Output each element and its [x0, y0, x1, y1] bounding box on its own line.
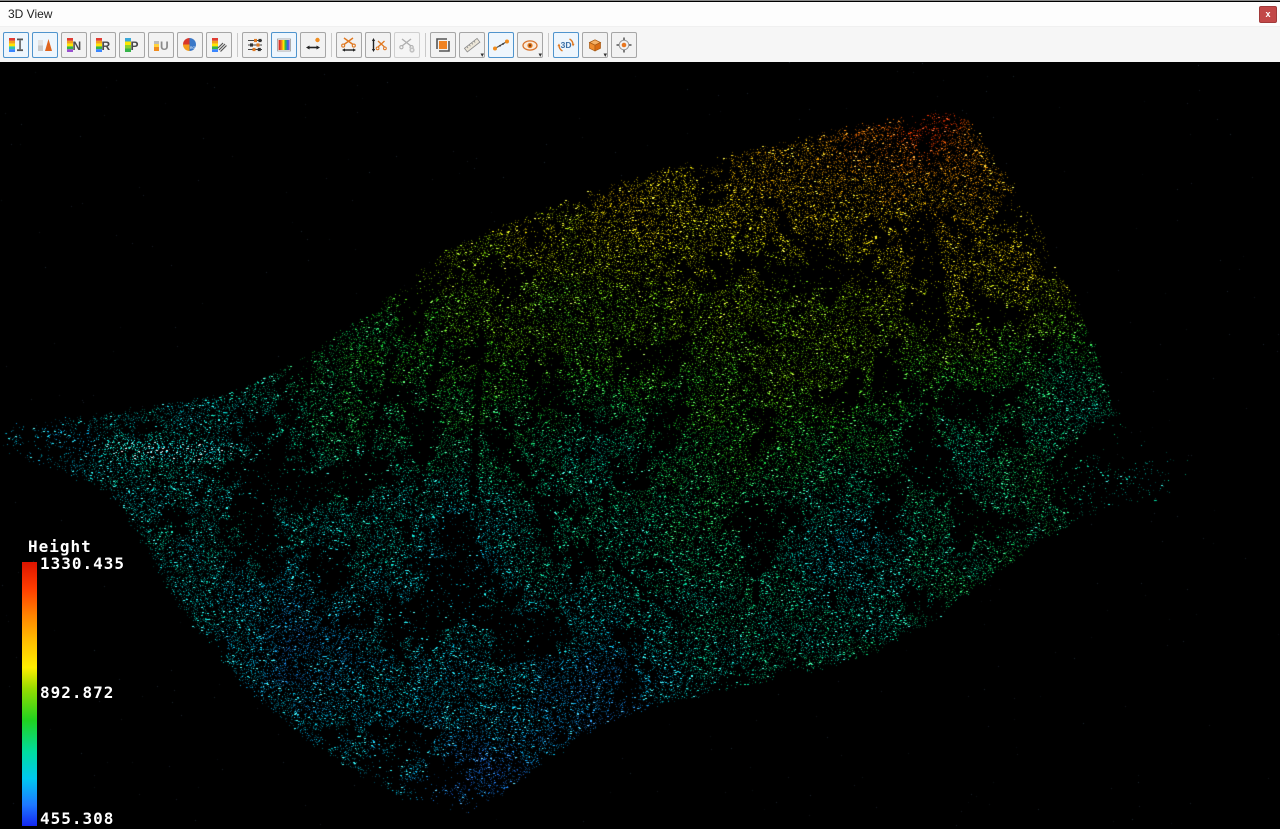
toolbar-button-measure-span[interactable] [300, 32, 326, 58]
toolbar-separator [331, 33, 332, 57]
dropdown-arrow-icon[interactable]: ▾ [480, 52, 484, 59]
legend-min-value: 455.308 [40, 809, 114, 828]
legend-max-value: 1330.435 [40, 554, 125, 573]
viewport-3d[interactable]: Height 1330.435 892.872 455.308 [0, 62, 1280, 829]
toolbar-button-viewpoint[interactable]: ▾ [517, 32, 543, 58]
sliders-icon [246, 36, 264, 54]
cube-icon [586, 36, 604, 54]
toolbar-button-show-colorbar[interactable] [271, 32, 297, 58]
toolbar-separator [237, 33, 238, 57]
point-cloud-canvas[interactable] [0, 62, 1280, 829]
close-icon: x [1265, 10, 1270, 19]
blend-icon [210, 36, 228, 54]
svg-text:P: P [131, 39, 139, 53]
toolbar-button-display-by-height[interactable] [3, 32, 29, 58]
intensity-icon [36, 36, 54, 54]
rotate-3d-icon: 3D [557, 36, 575, 54]
3d-view-window: 3D View x N R P U RGB ▾ ▾ 3D ▾ Height 1330.435 8… [0, 0, 1280, 829]
toolbar-button-center-view[interactable] [611, 32, 637, 58]
center-icon [615, 36, 633, 54]
toolbar-separator [548, 33, 549, 57]
arrow-dot-icon [304, 36, 322, 54]
dropdown-arrow-icon[interactable]: ▾ [603, 52, 607, 59]
letter-n-icon: N [65, 36, 83, 54]
toolbar-button-display-settings[interactable] [242, 32, 268, 58]
height-icon [7, 36, 25, 54]
toolbar-button-cross-section-horizontal[interactable] [336, 32, 362, 58]
toolbar-button-clip-box[interactable] [430, 32, 456, 58]
toolbar-button-profile-line[interactable] [488, 32, 514, 58]
toolbar: N R P U RGB ▾ ▾ 3D ▾ [0, 27, 1280, 62]
rgb-pie-icon: RGB [181, 36, 199, 54]
letter-r-icon: R [94, 36, 112, 54]
svg-text:R: R [102, 39, 111, 53]
toolbar-button-cross-section-vertical[interactable] [365, 32, 391, 58]
toolbar-button-display-by-time[interactable]: U [148, 32, 174, 58]
clip-icon [434, 36, 452, 54]
toolbar-button-cross-section-cancel [394, 32, 420, 58]
letter-u-icon: U [152, 36, 170, 54]
toolbar-button-display-by-rgb[interactable]: RGB [177, 32, 203, 58]
toolbar-button-display-by-return[interactable]: R [90, 32, 116, 58]
toolbar-button-display-by-blend[interactable] [206, 32, 232, 58]
toolbar-button-rotate-3d[interactable]: 3D [553, 32, 579, 58]
toolbar-button-display-by-class[interactable]: N [61, 32, 87, 58]
eye-icon [521, 36, 539, 54]
svg-text:RGB: RGB [190, 46, 198, 50]
toolbar-button-display-by-point-source[interactable]: P [119, 32, 145, 58]
scissors-v-icon [369, 36, 387, 54]
window-title: 3D View [0, 7, 52, 21]
scissors-h-icon [340, 36, 358, 54]
svg-text:N: N [73, 39, 82, 53]
colorbar-icon [275, 36, 293, 54]
toolbar-button-display-by-intensity[interactable] [32, 32, 58, 58]
letter-p-icon: P [123, 36, 141, 54]
profile-icon [492, 36, 510, 54]
svg-text:3D: 3D [561, 40, 572, 50]
toolbar-button-scene-cube[interactable]: ▾ [582, 32, 608, 58]
title-bar: 3D View x [0, 2, 1280, 27]
ruler-icon [463, 36, 481, 54]
toolbar-separator [425, 33, 426, 57]
legend-colorbar [22, 562, 37, 826]
toolbar-button-measure-ruler[interactable]: ▾ [459, 32, 485, 58]
dropdown-arrow-icon[interactable]: ▾ [538, 52, 542, 59]
scissors-off-icon [398, 36, 416, 54]
svg-text:U: U [160, 39, 169, 53]
close-button[interactable]: x [1259, 6, 1277, 23]
legend-mid-value: 892.872 [40, 683, 114, 702]
